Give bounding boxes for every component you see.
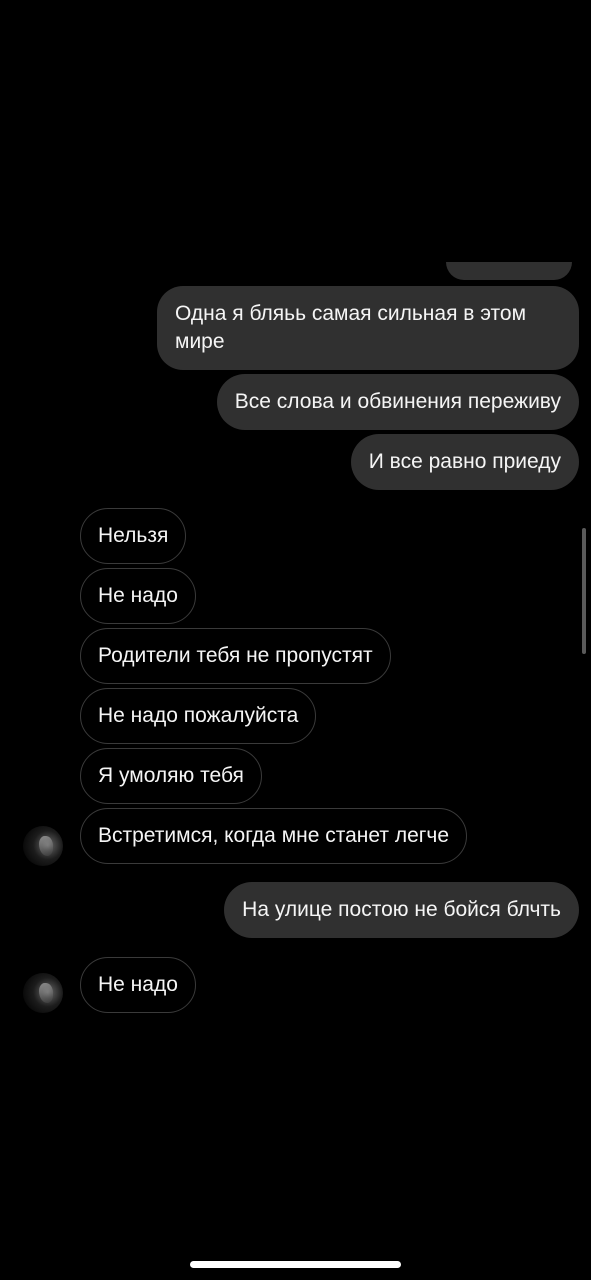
incoming-message[interactable]: Не надо [80,568,196,624]
scrollbar[interactable] [582,528,586,654]
previous-message-bubble-edge[interactable] [446,262,572,280]
outgoing-message[interactable]: И все равно приеду [350,434,579,490]
chat-thread[interactable]: Одна я бляьь самая сильная в этом мире В… [0,0,591,1280]
incoming-message[interactable]: Нельзя [80,508,187,564]
incoming-message[interactable]: Родители тебя не пропустят [80,628,391,684]
incoming-message[interactable]: Я умоляю тебя [80,748,262,804]
contact-avatar-icon[interactable] [23,973,63,1013]
outgoing-message[interactable]: Одна я бляьь самая сильная в этом мире [157,286,579,370]
home-indicator[interactable] [190,1261,401,1268]
outgoing-message[interactable]: Все слова и обвинения переживу [216,374,579,430]
contact-avatar-icon[interactable] [23,826,63,866]
outgoing-message[interactable]: На улице постою не бойся блчть [224,882,579,938]
incoming-message[interactable]: Не надо [80,957,196,1013]
incoming-message[interactable]: Не надо пожалуйста [80,688,317,744]
incoming-message[interactable]: Встретимся, когда мне станет легче [80,808,468,864]
